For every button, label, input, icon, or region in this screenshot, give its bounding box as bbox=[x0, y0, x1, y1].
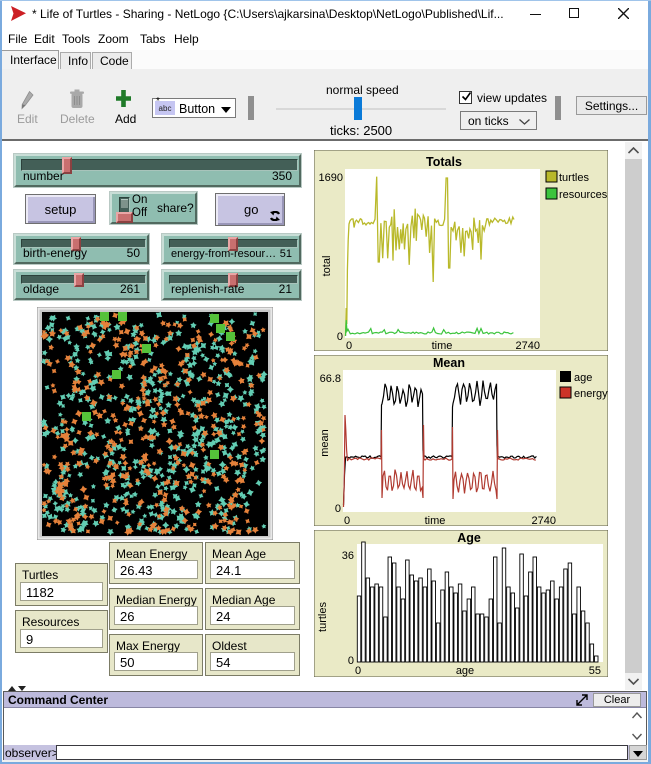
svg-text:resources: resources bbox=[559, 189, 608, 201]
svg-text:0: 0 bbox=[355, 665, 361, 677]
svg-text:1690: 1690 bbox=[319, 172, 343, 184]
svg-text:36: 36 bbox=[342, 550, 354, 562]
svg-text:age: age bbox=[574, 372, 592, 384]
svg-text:55: 55 bbox=[589, 665, 601, 677]
svg-text:66.8: 66.8 bbox=[320, 373, 341, 385]
svg-text:energy: energy bbox=[574, 388, 608, 400]
svg-text:total: total bbox=[321, 256, 333, 277]
svg-text:0: 0 bbox=[344, 515, 350, 526]
svg-text:2740: 2740 bbox=[516, 340, 540, 351]
svg-text:0: 0 bbox=[335, 503, 341, 515]
svg-text:turtles: turtles bbox=[559, 172, 589, 184]
svg-text:2740: 2740 bbox=[532, 515, 556, 526]
svg-text:0: 0 bbox=[346, 340, 352, 351]
svg-text:turtles: turtles bbox=[317, 602, 329, 632]
svg-text:age: age bbox=[456, 665, 474, 677]
svg-text:0: 0 bbox=[348, 655, 354, 667]
svg-text:Mean: Mean bbox=[433, 356, 465, 370]
svg-text:time: time bbox=[432, 340, 453, 351]
svg-text:0: 0 bbox=[337, 331, 343, 343]
svg-text:Totals: Totals bbox=[426, 155, 462, 169]
svg-text:mean: mean bbox=[319, 429, 331, 457]
svg-text:time: time bbox=[425, 515, 446, 526]
svg-text:Age: Age bbox=[457, 531, 481, 545]
